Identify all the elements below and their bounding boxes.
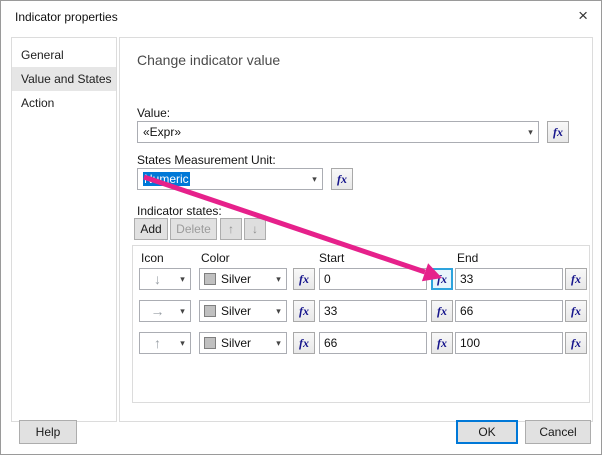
dialog-title: Indicator properties [15, 10, 118, 24]
fx-icon: fx [299, 303, 309, 318]
cancel-button[interactable]: Cancel [525, 420, 591, 444]
titlebar: Indicator properties × [1, 1, 601, 31]
start-fx-button[interactable]: fx [431, 268, 453, 290]
arrow-down-icon: ↓ [252, 222, 258, 236]
sidebar-item-value-and-states[interactable]: Value and States [12, 67, 116, 91]
measurement-unit-text: Numeric [138, 172, 307, 186]
move-up-button[interactable]: ↑ [220, 218, 242, 240]
end-input[interactable] [455, 268, 563, 290]
color-fx-button[interactable]: fx [293, 300, 315, 322]
close-icon[interactable]: × [578, 6, 588, 26]
fx-icon: fx [437, 303, 447, 318]
icon-dropdown[interactable]: ↑ ▾ [139, 332, 191, 354]
fx-icon: fx [571, 271, 581, 286]
page-title: Change indicator value [137, 52, 281, 68]
color-dropdown[interactable]: Silver ▾ [199, 300, 287, 322]
end-input[interactable] [455, 332, 563, 354]
chevron-down-icon: ▾ [180, 337, 185, 348]
indicator-states-label: Indicator states: [137, 204, 222, 218]
color-name: Silver [221, 336, 252, 350]
ok-button[interactable]: OK [456, 420, 518, 444]
column-header-end: End [457, 251, 479, 265]
arrow-right-icon: → [150, 303, 165, 319]
fx-icon: fx [571, 303, 581, 318]
fx-icon: fx [299, 271, 309, 286]
color-fx-button[interactable]: fx [293, 332, 315, 354]
sidebar-item-general[interactable]: General [12, 43, 116, 67]
fx-icon: fx [437, 335, 447, 350]
chevron-down-icon: ▾ [276, 305, 281, 316]
measurement-unit-label: States Measurement Unit: [137, 153, 276, 167]
color-dropdown[interactable]: Silver ▾ [199, 268, 287, 290]
chevron-down-icon: ▾ [180, 305, 185, 316]
column-header-start: Start [319, 251, 345, 265]
move-down-button[interactable]: ↓ [244, 218, 266, 240]
sidebar: General Value and States Action [11, 37, 117, 422]
measurement-unit-fx-button[interactable]: fx [331, 168, 353, 190]
chevron-down-icon: ▾ [276, 337, 281, 348]
help-button[interactable]: Help [19, 420, 77, 444]
column-header-icon: Icon [141, 251, 164, 265]
icon-dropdown[interactable]: ↓ ▾ [139, 268, 191, 290]
end-fx-button[interactable]: fx [565, 332, 587, 354]
sidebar-item-action[interactable]: Action [12, 91, 116, 115]
chevron-down-icon: ▾ [180, 273, 185, 284]
end-fx-button[interactable]: fx [565, 300, 587, 322]
fx-icon: fx [337, 171, 347, 186]
measurement-unit-combobox[interactable]: Numeric ▾ [137, 168, 323, 190]
value-combobox-text: «Expr» [143, 125, 182, 139]
end-input[interactable] [455, 300, 563, 322]
indicator-properties-dialog: Indicator properties × General Value and… [0, 0, 602, 455]
delete-state-button[interactable]: Delete [170, 218, 217, 240]
selected-text: Numeric [143, 172, 190, 186]
arrow-up-icon: ↑ [154, 335, 161, 351]
table-row: ↓ ▾ Silver ▾ fx fx fx [133, 268, 589, 290]
main-panel: Change indicator value Value: «Expr» ▾ f… [119, 37, 593, 422]
value-label: Value: [137, 106, 171, 120]
arrow-up-icon: ↑ [228, 222, 234, 236]
fx-icon: fx [437, 271, 447, 286]
fx-icon: fx [553, 124, 563, 139]
table-row: → ▾ Silver ▾ fx fx fx [133, 300, 589, 322]
start-input[interactable] [319, 268, 427, 290]
start-fx-button[interactable]: fx [431, 300, 453, 322]
value-fx-button[interactable]: fx [547, 121, 569, 143]
table-row: ↑ ▾ Silver ▾ fx fx fx [133, 332, 589, 354]
start-input[interactable] [319, 300, 427, 322]
column-header-color: Color [201, 251, 230, 265]
add-state-button[interactable]: Add [134, 218, 168, 240]
arrow-down-icon: ↓ [154, 271, 161, 287]
color-swatch [204, 337, 216, 349]
color-swatch [204, 305, 216, 317]
start-fx-button[interactable]: fx [431, 332, 453, 354]
color-swatch [204, 273, 216, 285]
chevron-down-icon: ▾ [276, 273, 281, 284]
indicator-states-table: Icon Color Start End ↓ ▾ Silver ▾ fx fx [132, 245, 590, 403]
color-dropdown[interactable]: Silver ▾ [199, 332, 287, 354]
icon-dropdown[interactable]: → ▾ [139, 300, 191, 322]
end-fx-button[interactable]: fx [565, 268, 587, 290]
color-name: Silver [221, 272, 252, 286]
color-name: Silver [221, 304, 252, 318]
value-combobox[interactable]: «Expr» ▾ [137, 121, 539, 143]
color-fx-button[interactable]: fx [293, 268, 315, 290]
fx-icon: fx [571, 335, 581, 350]
chevron-down-icon[interactable]: ▾ [307, 174, 322, 185]
chevron-down-icon[interactable]: ▾ [523, 127, 538, 138]
fx-icon: fx [299, 335, 309, 350]
start-input[interactable] [319, 332, 427, 354]
